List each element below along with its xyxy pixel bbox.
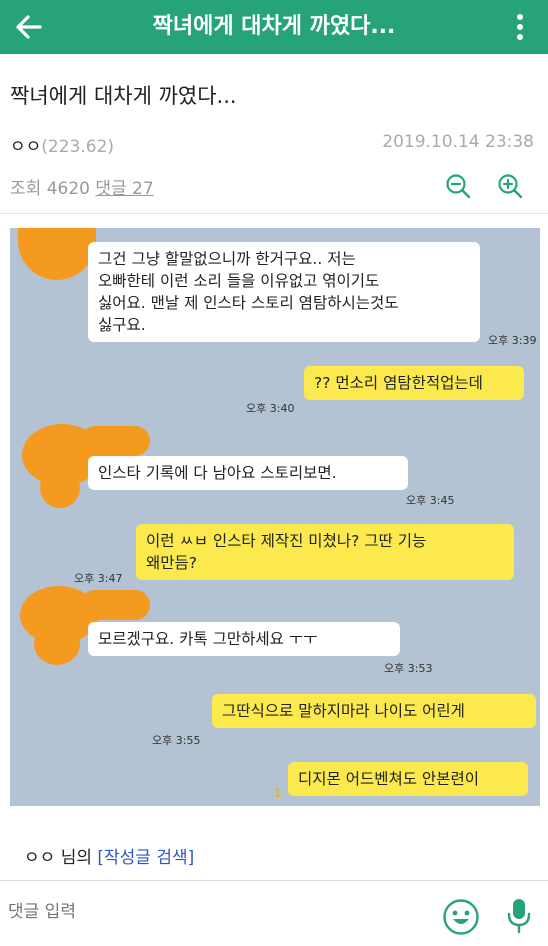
- top-app-bar: 짝녀에게 대차게 까였다...: [0, 0, 548, 54]
- footer-author: ㅇㅇ: [24, 848, 56, 868]
- comments-link[interactable]: 댓글 27: [95, 179, 153, 199]
- microphone-icon[interactable]: [506, 896, 532, 936]
- views-label: 조회: [10, 179, 42, 199]
- more-vertical-icon[interactable]: [506, 12, 534, 42]
- censor-blob: [80, 426, 150, 456]
- censor-blob: [18, 228, 96, 280]
- author-post-search-link[interactable]: [작성글 검색]: [97, 848, 194, 868]
- comment-input[interactable]: [8, 902, 408, 922]
- views-count: 4620: [46, 179, 90, 199]
- post-meta: ㅇㅇ(223.62) 2019.10.14 23:38: [10, 132, 538, 157]
- comments-label: 댓글: [95, 179, 127, 199]
- chat-bubble-received: 인스타 기록에 다 남아요 스토리보면.: [88, 456, 408, 490]
- chat-screenshot: 그건 그냥 할말없으니까 한거구요.. 저는 오빠한테 이런 소리 들을 이유없…: [10, 228, 540, 806]
- post-author[interactable]: ㅇㅇ: [10, 137, 41, 157]
- chat-bubble-sent: ?? 먼소리 염탐한적업는데: [304, 366, 524, 400]
- censor-blob: [40, 468, 80, 508]
- message-time: 오후 3:45: [406, 494, 455, 507]
- message-time: 오후 3:47: [74, 572, 123, 585]
- message-time: 오후 3:55: [152, 734, 201, 747]
- post-date: 2019.10.14 23:38: [382, 132, 534, 152]
- author-search-line: ㅇㅇ 님의 [작성글 검색]: [24, 843, 194, 868]
- header-divider: [0, 213, 548, 214]
- censor-blob: [80, 590, 150, 620]
- post-stats: 조회 4620 댓글 27: [10, 174, 154, 199]
- chat-bubble-sent: 디지몬 어드벤쳐도 안본련이: [288, 762, 528, 796]
- emoticon-icon[interactable]: [442, 898, 480, 936]
- chat-bubble-sent: 이런 ㅆㅂ 인스타 제작진 미쳤나? 그딴 기능 왜만듬?: [136, 524, 514, 580]
- app-bar-title: 짝녀에게 대차게 까였다...: [152, 14, 396, 39]
- chat-bubble-received: 그건 그냥 할말없으니까 한거구요.. 저는 오빠한테 이런 소리 들을 이유없…: [88, 242, 480, 342]
- message-time: 오후 3:40: [246, 402, 295, 415]
- message-time: 오후 3:39: [488, 334, 537, 347]
- comment-bar-divider: [0, 880, 548, 881]
- comments-count: 27: [132, 179, 154, 199]
- chat-bubble-sent: 그딴식으로 말하지마라 나이도 어린게: [212, 694, 536, 728]
- arrow-left-icon[interactable]: [12, 10, 46, 44]
- zoom-out-icon[interactable]: [444, 172, 472, 200]
- zoom-in-icon[interactable]: [496, 172, 524, 200]
- post-ip: (223.62): [41, 137, 115, 157]
- chat-bubble-received: 모르겠구요. 카톡 그만하세요 ㅜㅜ: [88, 622, 400, 656]
- censor-blob: [34, 623, 80, 665]
- message-time: 오후 3:53: [384, 662, 433, 675]
- footer-suffix: 님의: [60, 848, 92, 868]
- unread-count: 1: [274, 786, 282, 800]
- post-title: 짝녀에게 대차게 까였다...: [10, 84, 237, 108]
